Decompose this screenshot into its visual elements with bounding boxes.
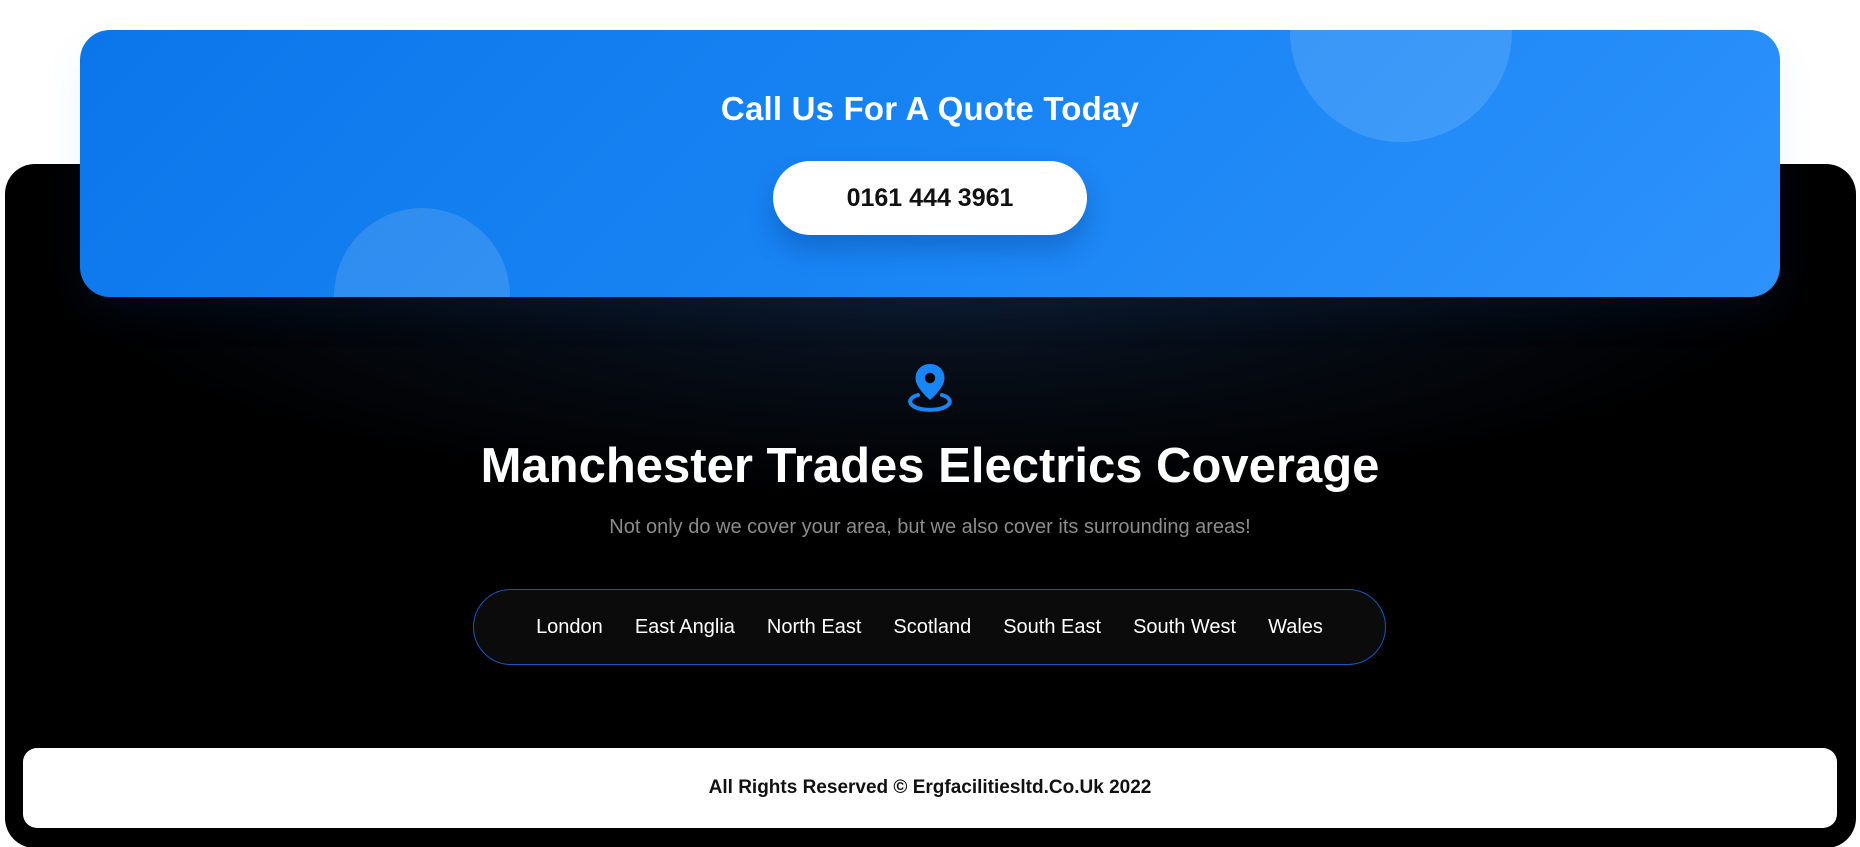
footer: All Rights Reserved © Ergfacilitiesltd.C… (23, 748, 1837, 828)
page: Call Us For A Quote Today 0161 444 3961 … (0, 0, 1860, 847)
region-link-wales[interactable]: Wales (1268, 616, 1323, 639)
coverage-subtitle: Not only do we cover your area, but we a… (609, 516, 1251, 538)
copyright-text: All Rights Reserved © Ergfacilitiesltd.C… (708, 777, 1152, 798)
quote-banner: Call Us For A Quote Today 0161 444 3961 (80, 30, 1780, 297)
decorative-circle (334, 208, 510, 297)
region-link-south-west[interactable]: South West (1133, 616, 1236, 639)
region-link-scotland[interactable]: Scotland (893, 616, 971, 639)
region-link-east-anglia[interactable]: East Anglia (635, 616, 735, 639)
regions-nav: London East Anglia North East Scotland S… (473, 589, 1386, 665)
region-link-north-east[interactable]: North East (767, 616, 861, 639)
coverage-title: Manchester Trades Electrics Coverage (480, 439, 1380, 493)
call-phone-button[interactable]: 0161 444 3961 (773, 161, 1087, 235)
map-pin-icon (908, 364, 952, 412)
quote-title: Call Us For A Quote Today (720, 90, 1140, 127)
region-link-london[interactable]: London (536, 616, 603, 639)
region-link-south-east[interactable]: South East (1003, 616, 1101, 639)
